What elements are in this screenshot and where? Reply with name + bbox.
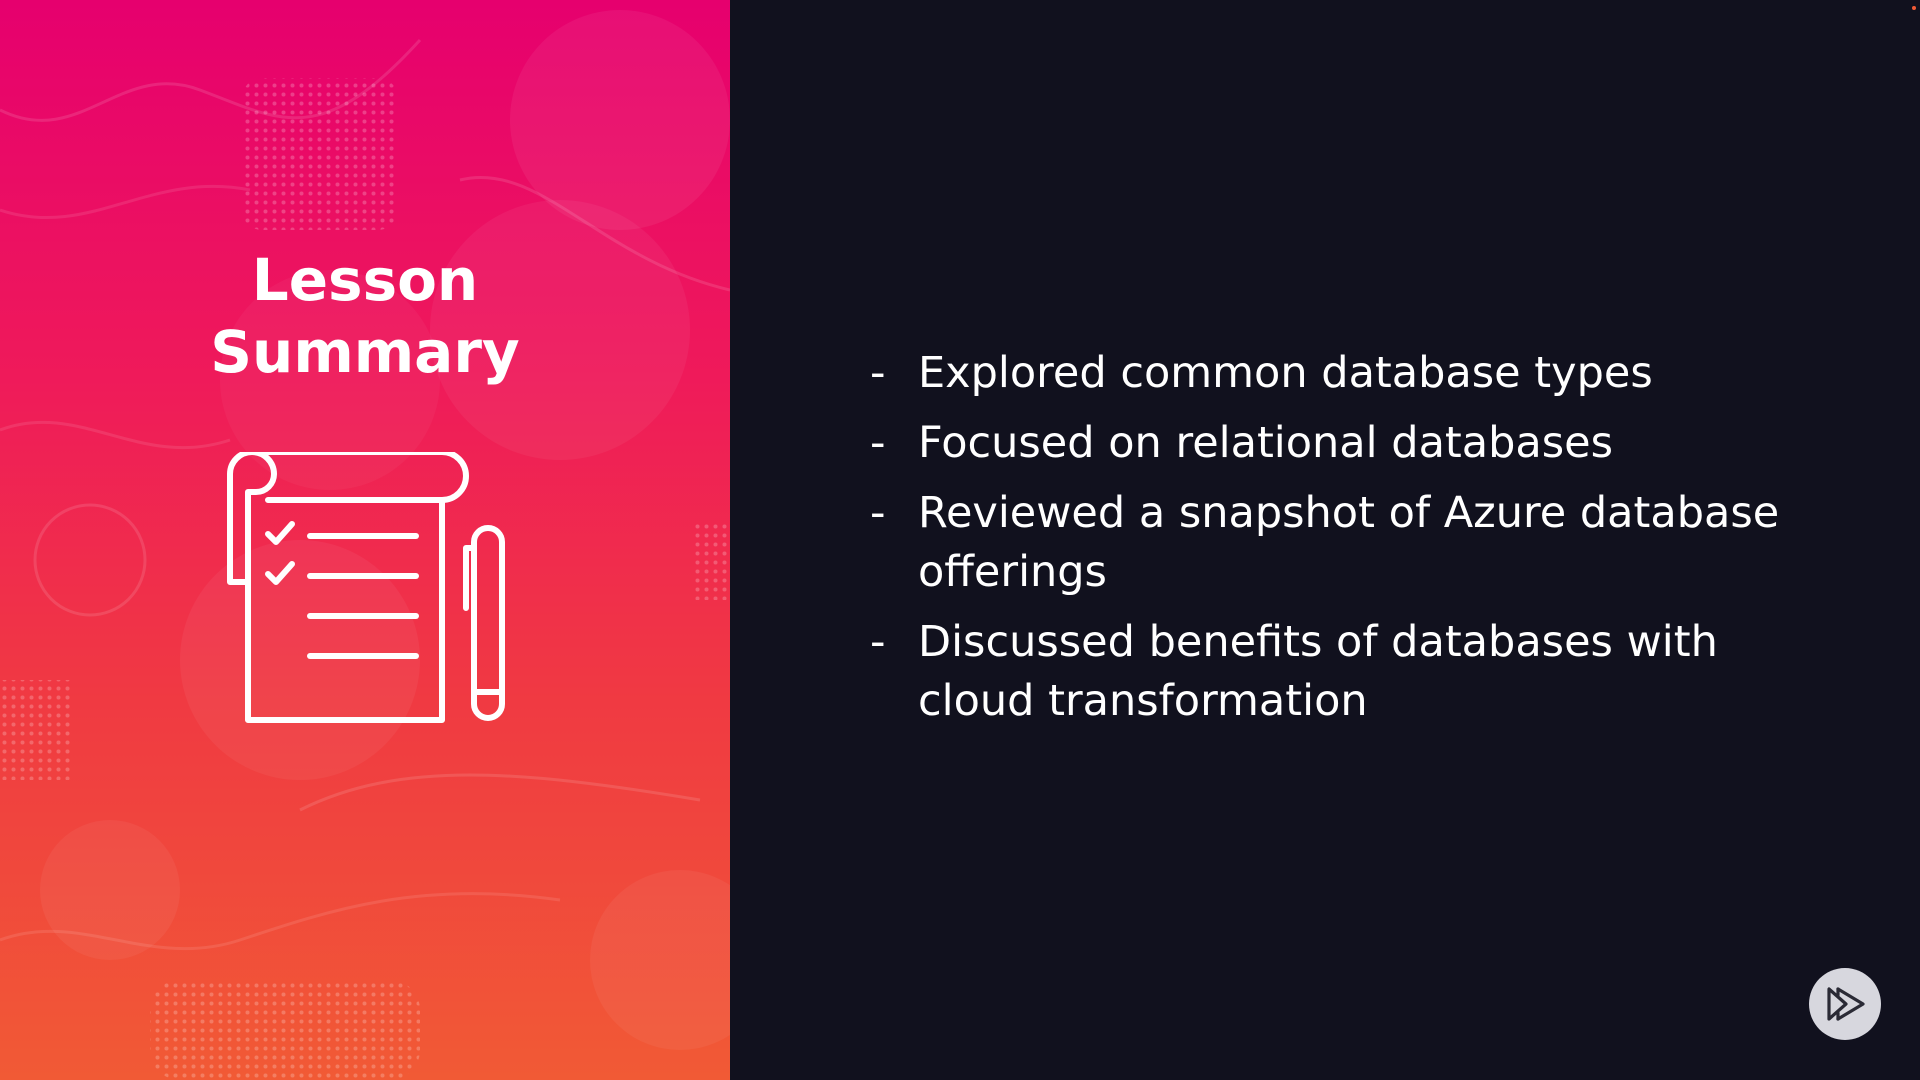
title-line-1: Lesson [251,246,479,314]
lesson-title: Lesson Summary [0,244,730,388]
corner-indicator [1912,6,1916,10]
bullet-text: Reviewed a snapshot of Azure database of… [918,488,1780,597]
bullet-text: Discussed benefits of databases with clo… [918,617,1718,726]
notepad-checklist-icon [227,452,505,723]
play-logo-button[interactable] [1809,968,1881,1040]
bullet-text: Focused on relational databases [918,418,1614,468]
list-item: - Discussed benefits of databases with c… [870,613,1830,731]
slide: Lesson Summary - Explored common databas… [0,0,1920,1080]
bullet-marker: - [870,418,886,468]
title-panel: Lesson Summary [0,0,730,1080]
title-line-2: Summary [210,318,520,386]
play-logo-icon [1827,987,1865,1021]
list-item: - Reviewed a snapshot of Azure database … [870,484,1830,602]
summary-list: - Explored common database types - Focus… [870,344,1830,742]
content-panel: - Explored common database types - Focus… [730,0,1920,1080]
list-item: - Focused on relational databases [870,414,1830,473]
list-item: - Explored common database types [870,344,1830,403]
bullet-marker: - [870,617,886,667]
bullet-marker: - [870,348,886,398]
bullet-text: Explored common database types [918,348,1653,398]
bullet-marker: - [870,488,886,538]
